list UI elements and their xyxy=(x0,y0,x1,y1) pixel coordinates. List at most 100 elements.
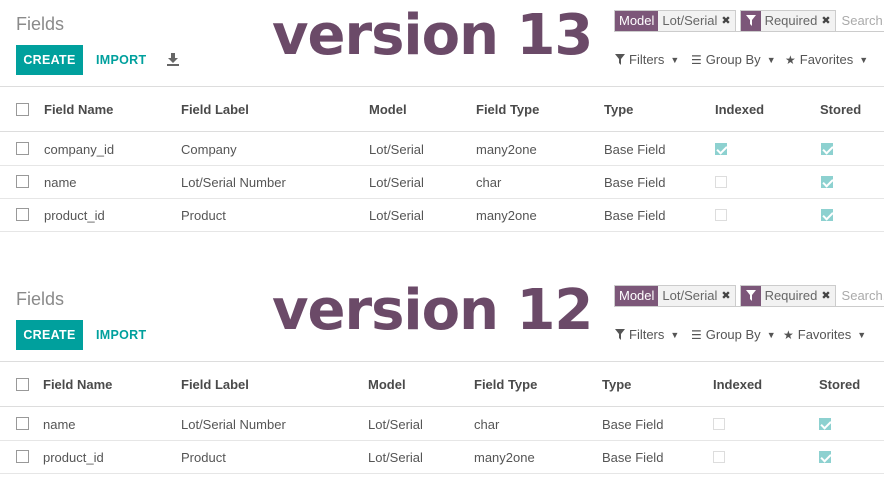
import-button[interactable]: IMPORT xyxy=(96,320,146,350)
cell-model: Lot/Serial xyxy=(369,142,424,157)
cell-type: Base Field xyxy=(602,417,664,432)
row-checkbox[interactable] xyxy=(16,450,29,463)
search-bar[interactable]: Model Lot/Serial ✖ Required ✖ Search... xyxy=(614,9,884,32)
table-row[interactable]: name Lot/Serial Number Lot/Serial char B… xyxy=(0,408,884,441)
cell-field-type: char xyxy=(476,175,502,190)
cell-type: Base Field xyxy=(602,450,664,465)
cell-model: Lot/Serial xyxy=(369,175,424,190)
star-icon: ★ xyxy=(783,327,794,342)
search-bar[interactable]: Model Lot/Serial ✖ Required ✖ Search... xyxy=(614,284,884,307)
column-header[interactable]: Field Label xyxy=(181,102,249,117)
create-button[interactable]: CREATE xyxy=(16,45,83,75)
indexed-checkbox xyxy=(715,176,727,188)
facet-label: Model xyxy=(615,285,659,306)
column-header[interactable]: Indexed xyxy=(713,377,762,392)
bars-icon: ☰ xyxy=(691,327,702,342)
row-checkbox[interactable] xyxy=(16,175,29,188)
cell-field-label: Lot/Serial Number xyxy=(181,417,286,432)
search-input[interactable]: Search... xyxy=(842,13,884,28)
table-row[interactable]: name Lot/Serial Number Lot/Serial char B… xyxy=(0,166,884,199)
column-header[interactable]: Model xyxy=(369,102,407,117)
cell-field-type: char xyxy=(474,417,500,432)
create-button[interactable]: CREATE xyxy=(16,320,83,350)
groupby-dropdown[interactable]: ☰ Group By ▼ xyxy=(691,327,776,342)
select-all-checkbox[interactable] xyxy=(16,378,29,391)
column-header[interactable]: Field Type xyxy=(476,102,539,117)
panel-version-13: Fields CREATE IMPORT version 13 Model Lo… xyxy=(0,0,884,236)
bars-icon: ☰ xyxy=(691,52,702,67)
table-header: Field Name Field Label Model Field Type … xyxy=(0,361,884,407)
column-header[interactable]: Field Name xyxy=(43,377,112,392)
column-header[interactable]: Indexed xyxy=(715,102,764,117)
groupby-label: Group By xyxy=(705,327,761,342)
close-icon[interactable]: ✖ xyxy=(821,10,835,31)
row-checkbox[interactable] xyxy=(16,142,29,155)
panel-separator xyxy=(0,236,884,275)
panel-version-12: Fields CREATE IMPORT version 12 Model Lo… xyxy=(0,275,884,502)
cell-field-name: name xyxy=(44,175,77,190)
filter-icon xyxy=(740,285,761,306)
facet-value: Required xyxy=(760,285,822,306)
cell-field-name: product_id xyxy=(43,450,104,465)
indexed-checkbox xyxy=(713,418,725,430)
caret-down-icon: ▼ xyxy=(766,54,776,65)
table-row[interactable]: product_id Product Lot/Serial many2one B… xyxy=(0,441,884,474)
groupby-dropdown[interactable]: ☰ Group By ▼ xyxy=(691,52,776,67)
row-checkbox[interactable] xyxy=(16,208,29,221)
favorites-dropdown[interactable]: ★ Favorites ▼ xyxy=(785,52,868,67)
version-label: version 13 xyxy=(272,3,593,68)
cell-field-label: Company xyxy=(181,142,237,157)
column-header[interactable]: Field Type xyxy=(474,377,537,392)
column-header[interactable]: Type xyxy=(604,102,633,117)
cell-field-type: many2one xyxy=(474,450,535,465)
close-icon[interactable]: ✖ xyxy=(721,285,735,306)
select-all-checkbox[interactable] xyxy=(16,103,29,116)
cell-model: Lot/Serial xyxy=(368,450,423,465)
facet-value: Required xyxy=(760,10,822,31)
column-header[interactable]: Field Name xyxy=(44,102,113,117)
column-header[interactable]: Field Label xyxy=(181,377,249,392)
close-icon[interactable]: ✖ xyxy=(821,285,835,306)
cell-type: Base Field xyxy=(604,142,666,157)
cell-field-type: many2one xyxy=(476,142,537,157)
star-icon: ★ xyxy=(785,52,796,67)
cell-field-name: company_id xyxy=(44,142,115,157)
row-checkbox[interactable] xyxy=(16,417,29,430)
stored-checkbox xyxy=(821,176,833,188)
search-facet-filter[interactable]: Required ✖ xyxy=(739,9,836,32)
column-header[interactable]: Model xyxy=(368,377,406,392)
filters-label: Filters xyxy=(629,52,665,67)
page-title: Fields xyxy=(16,289,65,309)
column-header[interactable]: Type xyxy=(602,377,631,392)
cell-field-label: Lot/Serial Number xyxy=(181,175,286,190)
search-facet-filter[interactable]: Required ✖ xyxy=(739,284,836,307)
search-input[interactable]: Search... xyxy=(842,288,884,303)
caret-down-icon: ▼ xyxy=(670,329,680,340)
column-header[interactable]: Stored xyxy=(820,102,861,117)
column-header[interactable]: Stored xyxy=(819,377,860,392)
import-button[interactable]: IMPORT xyxy=(96,45,146,75)
cell-type: Base Field xyxy=(604,175,666,190)
cell-field-name: name xyxy=(43,417,76,432)
close-icon[interactable]: ✖ xyxy=(721,10,735,31)
indexed-checkbox xyxy=(715,209,727,221)
search-facet-model[interactable]: Model Lot/Serial ✖ xyxy=(614,9,736,32)
version-label: version 12 xyxy=(272,278,593,343)
table-row[interactable]: company_id Company Lot/Serial many2one B… xyxy=(0,133,884,166)
indexed-checkbox xyxy=(713,451,725,463)
cell-field-name: product_id xyxy=(44,208,105,223)
facet-value: Lot/Serial xyxy=(658,10,722,31)
favorites-dropdown[interactable]: ★ Favorites ▼ xyxy=(783,327,866,342)
groupby-label: Group By xyxy=(705,52,761,67)
filters-dropdown[interactable]: Filters ▼ xyxy=(615,327,679,342)
filters-dropdown[interactable]: Filters ▼ xyxy=(615,52,679,67)
favorites-label: Favorites xyxy=(797,327,852,342)
search-facet-model[interactable]: Model Lot/Serial ✖ xyxy=(614,284,736,307)
caret-down-icon: ▼ xyxy=(766,329,776,340)
favorites-label: Favorites xyxy=(799,52,854,67)
download-icon[interactable] xyxy=(166,52,180,66)
cell-field-type: many2one xyxy=(476,208,537,223)
table-row[interactable]: product_id Product Lot/Serial many2one B… xyxy=(0,199,884,232)
filter-icon xyxy=(615,54,625,65)
stored-checkbox xyxy=(819,451,831,463)
